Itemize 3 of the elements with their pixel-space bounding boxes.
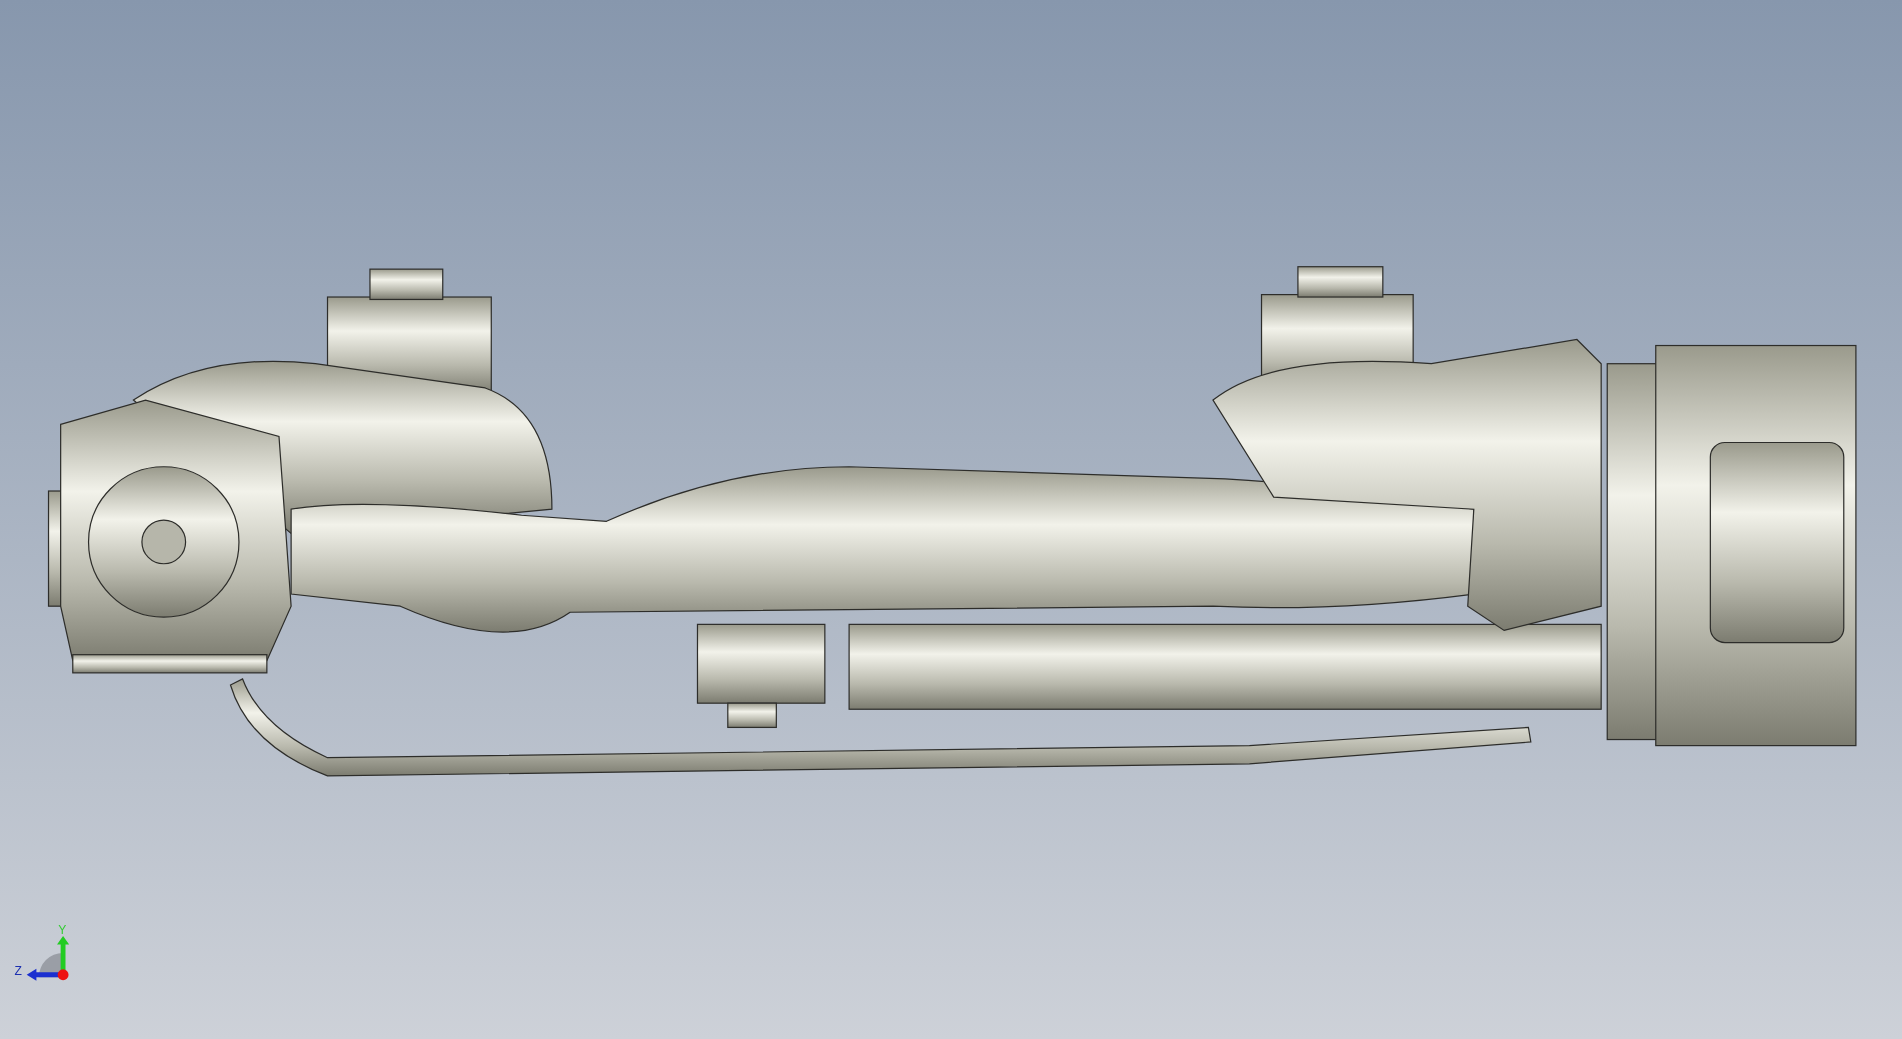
- origin-dot-icon: [57, 969, 69, 981]
- axis-label: Z: [14, 963, 22, 978]
- axis-label: Y: [58, 922, 67, 937]
